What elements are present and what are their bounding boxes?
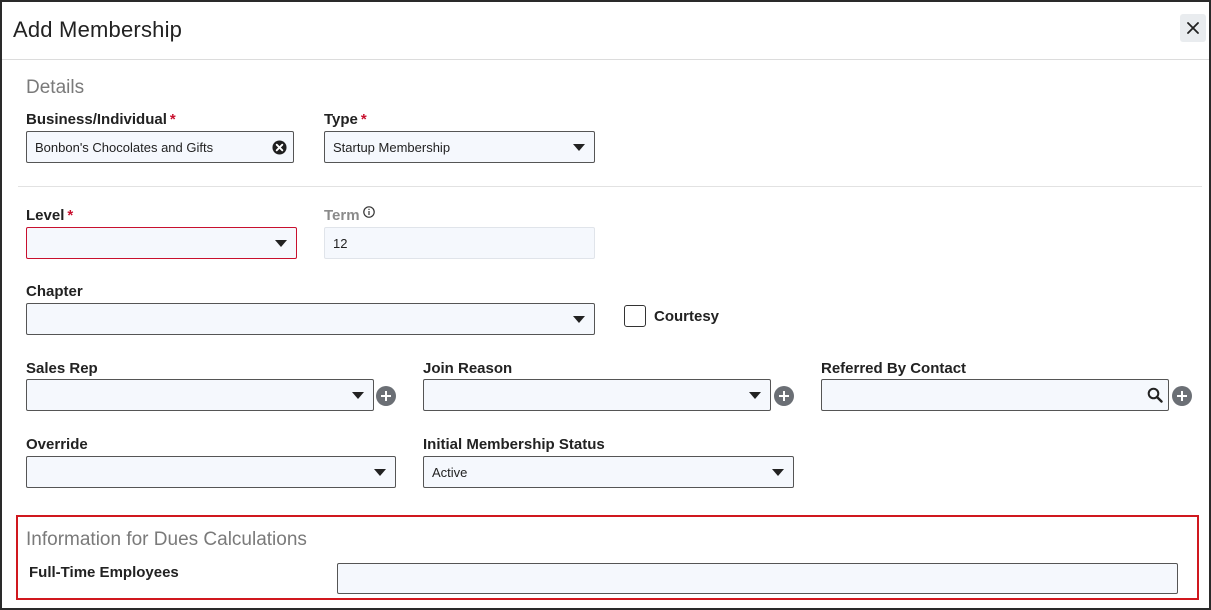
chevron-down-icon xyxy=(352,392,364,399)
business-label-text: Business/Individual xyxy=(26,111,167,128)
chapter-label: Chapter xyxy=(26,283,83,300)
type-label: Type * xyxy=(324,111,367,128)
chapter-select[interactable] xyxy=(26,303,595,335)
details-section-title: Details xyxy=(26,77,85,98)
required-marker: * xyxy=(67,207,74,224)
chevron-down-icon xyxy=(772,469,784,476)
term-field: 12 xyxy=(324,227,595,259)
level-select[interactable] xyxy=(26,227,297,259)
term-label-text: Term xyxy=(324,207,360,224)
business-value: Bonbon's Chocolates and Gifts xyxy=(35,139,214,155)
business-label: Business/Individual * xyxy=(26,111,176,128)
chevron-down-icon xyxy=(275,240,287,247)
chevron-down-icon xyxy=(374,469,386,476)
clear-icon[interactable] xyxy=(272,140,287,155)
add-sales-rep-button[interactable] xyxy=(376,386,396,406)
search-icon[interactable] xyxy=(1147,387,1163,403)
dues-section-title: Information for Dues Calculations xyxy=(26,529,307,550)
add-membership-modal: Add Membership Details Business/Individu… xyxy=(0,0,1211,610)
section-divider xyxy=(18,186,1202,187)
required-marker: * xyxy=(169,111,176,128)
info-icon[interactable] xyxy=(362,206,375,218)
full-time-employees-input[interactable] xyxy=(337,563,1178,594)
add-join-reason-button[interactable] xyxy=(774,386,794,406)
level-label-text: Level xyxy=(26,207,65,224)
initial-status-value: Active xyxy=(432,464,468,480)
type-select[interactable]: Startup Membership xyxy=(324,131,595,163)
business-field[interactable]: Bonbon's Chocolates and Gifts xyxy=(26,131,294,163)
initial-status-select[interactable]: Active xyxy=(423,456,794,488)
join-reason-label: Join Reason xyxy=(423,360,513,377)
full-time-employees-label: Full-Time Employees xyxy=(29,564,179,581)
chevron-down-icon xyxy=(573,316,585,323)
sales-rep-label: Sales Rep xyxy=(26,360,98,377)
courtesy-checkbox[interactable] xyxy=(624,305,646,327)
required-marker: * xyxy=(360,111,367,128)
join-reason-select[interactable] xyxy=(423,379,771,411)
modal-title: Add Membership xyxy=(13,17,183,42)
modal-header: Add Membership xyxy=(2,2,1209,60)
courtesy-label: Courtesy xyxy=(654,308,720,325)
close-icon xyxy=(1187,22,1199,34)
chevron-down-icon xyxy=(749,392,761,399)
close-button[interactable] xyxy=(1180,14,1206,42)
override-label: Override xyxy=(26,436,88,453)
initial-status-label: Initial Membership Status xyxy=(423,436,605,453)
sales-rep-select[interactable] xyxy=(26,379,374,411)
chevron-down-icon xyxy=(573,144,585,151)
term-value: 12 xyxy=(333,235,348,251)
type-label-text: Type xyxy=(324,111,358,128)
override-select[interactable] xyxy=(26,456,396,488)
add-contact-button[interactable] xyxy=(1172,386,1192,406)
referred-by-label: Referred By Contact xyxy=(821,360,967,377)
referred-by-input[interactable] xyxy=(821,379,1169,411)
level-label: Level * xyxy=(26,207,73,224)
term-label: Term xyxy=(324,206,375,224)
type-value: Startup Membership xyxy=(333,139,451,155)
